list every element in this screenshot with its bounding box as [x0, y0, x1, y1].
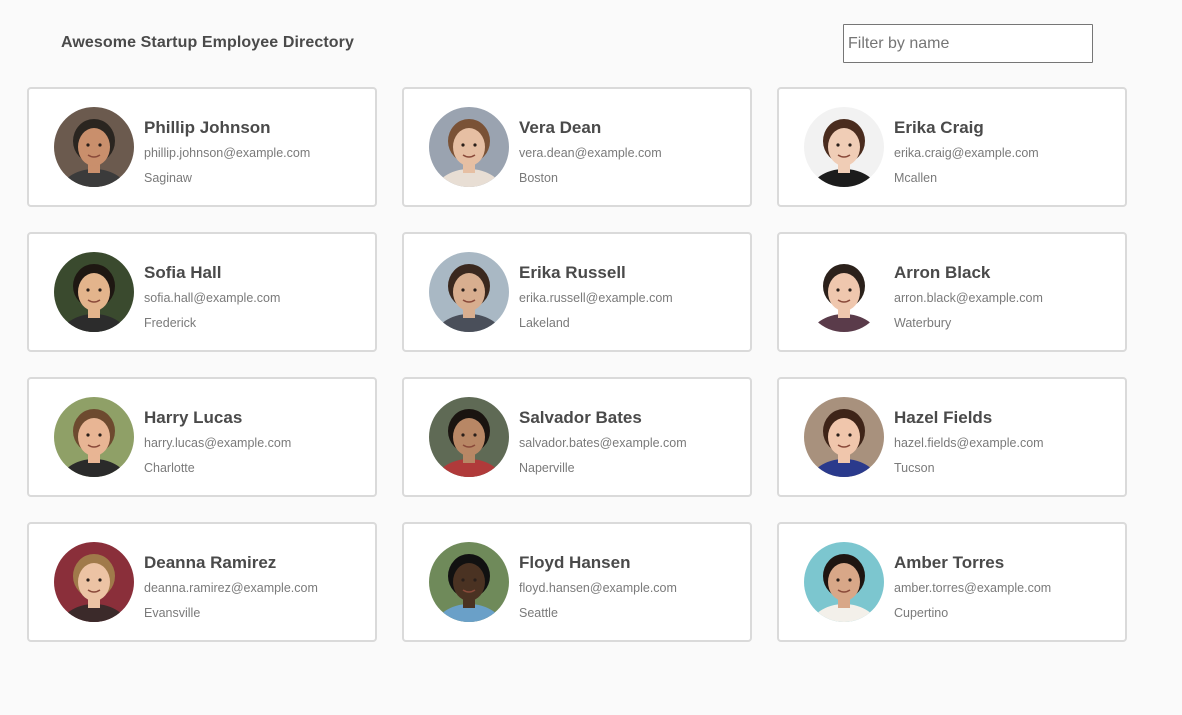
employee-info: Floyd Hansen floyd.hansen@example.com Seat… — [519, 552, 742, 621]
avatar — [54, 542, 134, 622]
employee-card[interactable]: Salvador Bates salvador.bates@example.com… — [402, 377, 752, 497]
employee-card[interactable]: Sofia Hall sofia.hall@example.com Frederic… — [27, 232, 377, 352]
employee-card[interactable]: Floyd Hansen floyd.hansen@example.com Seat… — [402, 522, 752, 642]
employee-name: Floyd Hansen — [519, 553, 631, 572]
employee-name: Erika Russell — [519, 263, 626, 282]
employee-info: Hazel Fields hazel.fields@example.com Tucs… — [894, 407, 1117, 476]
employee-grid: Phillip Johnson phillip.johnson@example.c… — [27, 87, 1127, 642]
employee-email: harry.lucas@example.com — [144, 436, 292, 450]
employee-city: Saginaw — [144, 171, 192, 185]
employee-city: Naperville — [519, 461, 575, 475]
employee-name: Hazel Fields — [894, 408, 993, 427]
employee-city: Waterbury — [894, 316, 952, 330]
employee-info: Deanna Ramirez deanna.ramirez@example.com… — [144, 552, 367, 621]
page-title: Awesome Startup Employee Directory — [61, 34, 354, 51]
avatar — [429, 542, 509, 622]
employee-email: arron.black@example.com — [894, 291, 1043, 305]
employee-email: vera.dean@example.com — [519, 146, 662, 160]
employee-email: erika.craig@example.com — [894, 146, 1039, 160]
employee-email: sofia.hall@example.com — [144, 291, 281, 305]
employee-info: Harry Lucas harry.lucas@example.com Charlo… — [144, 407, 367, 476]
employee-card[interactable]: Erika Craig erika.craig@example.com Mcalle… — [777, 87, 1127, 207]
search-input[interactable] — [843, 24, 1093, 63]
avatar — [804, 252, 884, 332]
employee-card[interactable]: Deanna Ramirez deanna.ramirez@example.com… — [27, 522, 377, 642]
employee-email: deanna.ramirez@example.com — [144, 581, 318, 595]
employee-email: amber.torres@example.com — [894, 581, 1052, 595]
avatar — [54, 107, 134, 187]
employee-name: Erika Craig — [894, 118, 984, 137]
employee-email: salvador.bates@example.com — [519, 436, 687, 450]
employee-name: Harry Lucas — [144, 408, 243, 427]
employee-card[interactable]: Erika Russell erika.russell@example.com La… — [402, 232, 752, 352]
employee-info: Amber Torres amber.torres@example.com Cupe… — [894, 552, 1117, 621]
avatar — [54, 252, 134, 332]
employee-city: Mcallen — [894, 171, 938, 185]
avatar — [429, 107, 509, 187]
employee-city: Tucson — [894, 461, 935, 475]
employee-email: floyd.hansen@example.com — [519, 581, 677, 595]
employee-name: Deanna Ramirez — [144, 553, 277, 572]
employee-city: Evansville — [144, 606, 201, 620]
employee-city: Seattle — [519, 606, 558, 620]
employee-info: Sofia Hall sofia.hall@example.com Frederic… — [144, 262, 367, 331]
employee-info: Erika Craig erika.craig@example.com Mcalle… — [894, 117, 1117, 186]
avatar — [804, 397, 884, 477]
avatar — [429, 397, 509, 477]
employee-name: Vera Dean — [519, 118, 602, 137]
employee-card[interactable]: Arron Black arron.black@example.com Waterb… — [777, 232, 1127, 352]
employee-email: hazel.fields@example.com — [894, 436, 1044, 450]
employee-name: Arron Black — [894, 263, 991, 282]
employee-card[interactable]: Hazel Fields hazel.fields@example.com Tucs… — [777, 377, 1127, 497]
avatar — [804, 542, 884, 622]
employee-info: Erika Russell erika.russell@example.com La… — [519, 262, 742, 331]
employee-name: Amber Torres — [894, 553, 1005, 572]
employee-info: Vera Dean vera.dean@example.com Boston — [519, 117, 742, 186]
employee-city: Cupertino — [894, 606, 949, 620]
employee-card[interactable]: Amber Torres amber.torres@example.com Cupe… — [777, 522, 1127, 642]
employee-city: Charlotte — [144, 461, 195, 475]
employee-card[interactable]: Harry Lucas harry.lucas@example.com Charlo… — [27, 377, 377, 497]
employee-name: Sofia Hall — [144, 263, 222, 282]
avatar — [429, 252, 509, 332]
avatar — [804, 107, 884, 187]
employee-city: Lakeland — [519, 316, 570, 330]
employee-city: Boston — [519, 171, 558, 185]
employee-email: phillip.johnson@example.com — [144, 146, 311, 160]
employee-info: Phillip Johnson phillip.johnson@example.c… — [144, 117, 367, 186]
employee-card[interactable]: Vera Dean vera.dean@example.com Boston — [402, 87, 752, 207]
employee-name: Salvador Bates — [519, 408, 642, 427]
employee-email: erika.russell@example.com — [519, 291, 673, 305]
employee-info: Arron Black arron.black@example.com Waterb… — [894, 262, 1117, 331]
avatar — [54, 397, 134, 477]
employee-name: Phillip Johnson — [144, 118, 271, 137]
employee-card[interactable]: Phillip Johnson phillip.johnson@example.c… — [27, 87, 377, 207]
employee-city: Frederick — [144, 316, 197, 330]
header: Awesome Startup Employee Directory — [0, 0, 1182, 80]
employee-info: Salvador Bates salvador.bates@example.com… — [519, 407, 742, 476]
